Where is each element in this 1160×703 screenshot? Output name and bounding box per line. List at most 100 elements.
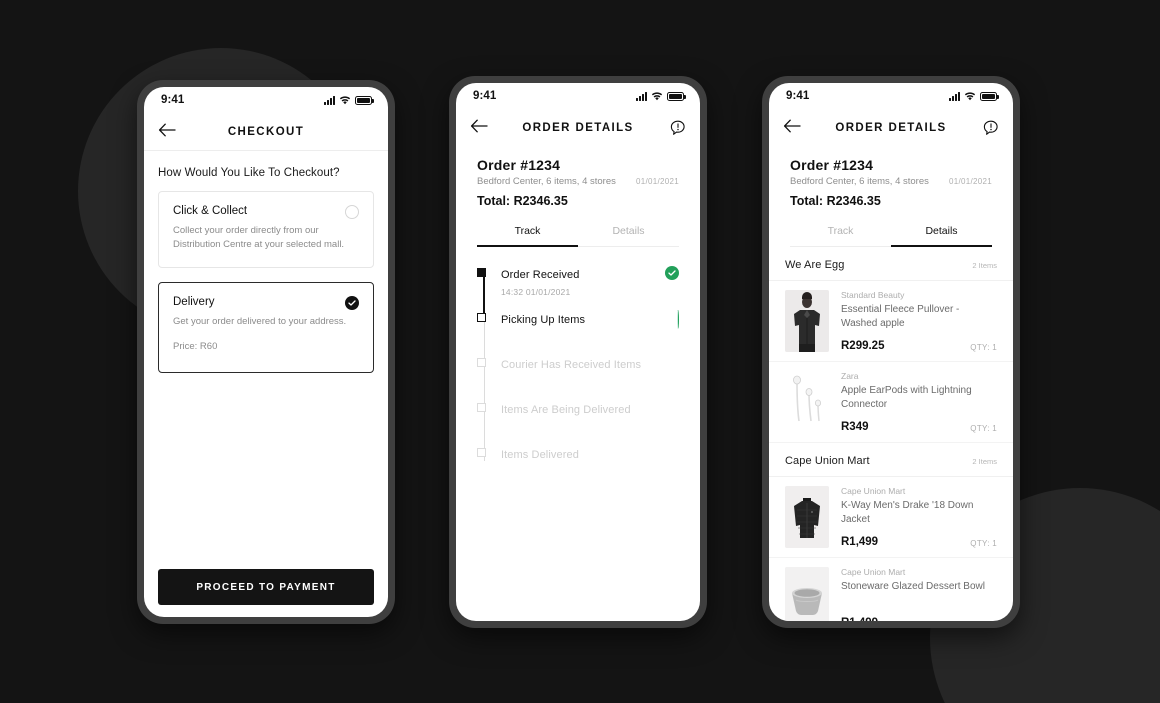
order-meta: Bedford Center, 6 items, 4 stores 01/01/…	[477, 176, 679, 187]
order-total: Total: R2346.35	[790, 194, 881, 208]
product-brand: Zara	[841, 371, 859, 381]
page-title: ORDER DETAILS	[522, 122, 634, 134]
product-name: Stoneware Glazed Dessert Bowl	[841, 581, 985, 592]
product-price: R349	[841, 421, 869, 433]
step-marker-pending-icon	[477, 403, 486, 412]
timeline-step: Courier Has Received Items	[456, 355, 700, 400]
order-tracking-timeline: Order Received 14:32 01/01/2021 Picking …	[456, 247, 700, 621]
product-qty: QTY: 1	[970, 424, 997, 433]
step-label: Items Are Being Delivered	[501, 404, 631, 416]
wifi-icon	[339, 95, 351, 104]
status-icons	[636, 91, 686, 101]
shirt-thumbnail	[785, 290, 829, 352]
timeline-step: Order Received 14:32 01/01/2021	[456, 265, 700, 310]
radio-selected-icon[interactable]	[345, 295, 359, 310]
proceed-to-payment-button[interactable]: PROCEED TO PAYMENT	[158, 569, 374, 605]
status-bar: 9:41	[769, 83, 1013, 109]
list-item[interactable]: Cape Union Mart Stoneware Glazed Dessert…	[769, 558, 1013, 621]
product-footer: R299.25 QTY: 1	[841, 340, 997, 352]
help-bubble-icon[interactable]	[983, 120, 999, 136]
store-item-count: 2 Items	[972, 457, 997, 466]
list-item[interactable]: Cape Union Mart K-Way Men's Drake '18 Do…	[769, 477, 1013, 558]
step-status	[665, 266, 679, 280]
status-time: 9:41	[473, 90, 497, 102]
phone-checkout: 9:41 CHECKOUT How Would You Like To Chec…	[137, 80, 395, 624]
back-arrow-icon[interactable]	[158, 123, 176, 141]
status-time: 9:41	[161, 94, 185, 106]
timeline-step: Items Are Being Delivered	[456, 400, 700, 445]
step-label: Order Received	[501, 269, 580, 281]
step-marker-pending-icon	[477, 448, 486, 457]
tab-details[interactable]: Details	[578, 219, 679, 247]
status-bar: 9:41	[456, 83, 700, 109]
radio-unselected-icon[interactable]	[345, 205, 359, 219]
checkout-body: How Would You Like To Checkout? Click & …	[144, 151, 388, 617]
status-bar: 9:41	[144, 87, 388, 113]
step-status	[677, 310, 679, 329]
product-footer: R1,499 QTY: 1	[841, 536, 997, 548]
store-name: We Are Egg	[785, 259, 845, 271]
step-label: Picking Up Items	[501, 314, 586, 326]
step-marker-filled-icon	[477, 268, 486, 277]
nav-bar-order-track: ORDER DETAILS	[456, 109, 700, 147]
step-text: Items Delivered	[501, 445, 679, 463]
order-number: Order #1234	[790, 157, 874, 173]
poster-stage: 9:41 CHECKOUT How Would You Like To Chec…	[0, 0, 1160, 703]
order-tabs: Track Details	[790, 219, 992, 247]
phone-order-details: 9:41 ORDER DETAILS Order #1234 Bedford C…	[762, 76, 1020, 628]
product-name: K-Way Men's Drake '18 Down Jacket	[841, 500, 974, 525]
order-number: Order #1234	[477, 157, 561, 173]
product-footer: R349 QTY: 1	[841, 421, 997, 433]
page-title: ORDER DETAILS	[835, 122, 947, 134]
option-price: Price: R60	[173, 341, 218, 353]
wifi-icon	[651, 91, 663, 100]
timeline-step: Items Delivered	[456, 445, 700, 490]
product-brand: Cape Union Mart	[841, 567, 906, 577]
screen-checkout: 9:41 CHECKOUT How Would You Like To Chec…	[144, 87, 388, 617]
store-header: Cape Union Mart 2 Items	[769, 443, 1013, 477]
product-brand: Standard Beauty	[841, 290, 905, 300]
product-price: R1,499	[841, 617, 878, 621]
option-delivery[interactable]: Delivery Get your order delivered to you…	[158, 281, 374, 374]
product-qty: QTY: 1	[970, 539, 997, 548]
bowl-thumbnail	[785, 567, 829, 621]
help-bubble-icon[interactable]	[670, 120, 686, 136]
nav-bar-checkout: CHECKOUT	[144, 113, 388, 151]
tab-details[interactable]: Details	[891, 219, 992, 247]
option-click-and-collect[interactable]: Click & Collect Collect your order direc…	[158, 191, 374, 268]
back-arrow-icon[interactable]	[470, 119, 488, 137]
battery-icon	[667, 91, 686, 101]
option-title: Delivery	[173, 295, 215, 308]
product-info: Zara Apple EarPods with Lightning Connec…	[841, 371, 997, 433]
step-label: Courier Has Received Items	[501, 359, 642, 371]
battery-icon	[980, 91, 999, 101]
page-title: CHECKOUT	[227, 125, 305, 138]
status-icons	[949, 91, 999, 101]
screen-order-details: 9:41 ORDER DETAILS Order #1234 Bedford C…	[769, 83, 1013, 621]
option-title: Click & Collect	[173, 205, 248, 217]
order-items-list: We Are Egg 2 Items Standard Beauty Essen…	[769, 247, 1013, 621]
order-meta: Bedford Center, 6 items, 4 stores 01/01/…	[790, 176, 992, 187]
step-label: Items Delivered	[501, 449, 579, 461]
battery-icon	[355, 95, 374, 105]
product-name: Apple EarPods with Lightning Connector	[841, 385, 972, 410]
tab-track[interactable]: Track	[790, 219, 891, 247]
product-qty: QTY: 4	[970, 620, 997, 621]
list-item[interactable]: Zara Apple EarPods with Lightning Connec…	[769, 362, 1013, 443]
option-description: Get your order delivered to your address…	[173, 315, 347, 327]
store-item-count: 2 Items	[972, 261, 997, 270]
back-arrow-icon[interactable]	[783, 119, 801, 137]
order-tabs: Track Details	[477, 219, 679, 247]
tab-track[interactable]: Track	[477, 219, 578, 247]
order-date: 01/01/2021	[948, 177, 992, 186]
jacket-thumbnail	[785, 486, 829, 548]
store-name: Cape Union Mart	[785, 455, 870, 467]
step-text: Courier Has Received Items	[501, 355, 679, 373]
list-item[interactable]: Standard Beauty Essential Fleece Pullove…	[769, 281, 1013, 362]
signal-bars-icon	[636, 91, 647, 101]
step-timestamp: 14:32 01/01/2021	[501, 287, 571, 297]
order-total: Total: R2346.35	[477, 194, 568, 208]
product-info: Cape Union Mart Stoneware Glazed Dessert…	[841, 567, 997, 621]
status-icons	[324, 95, 374, 105]
product-footer: R1,499 QTY: 4	[841, 617, 997, 621]
